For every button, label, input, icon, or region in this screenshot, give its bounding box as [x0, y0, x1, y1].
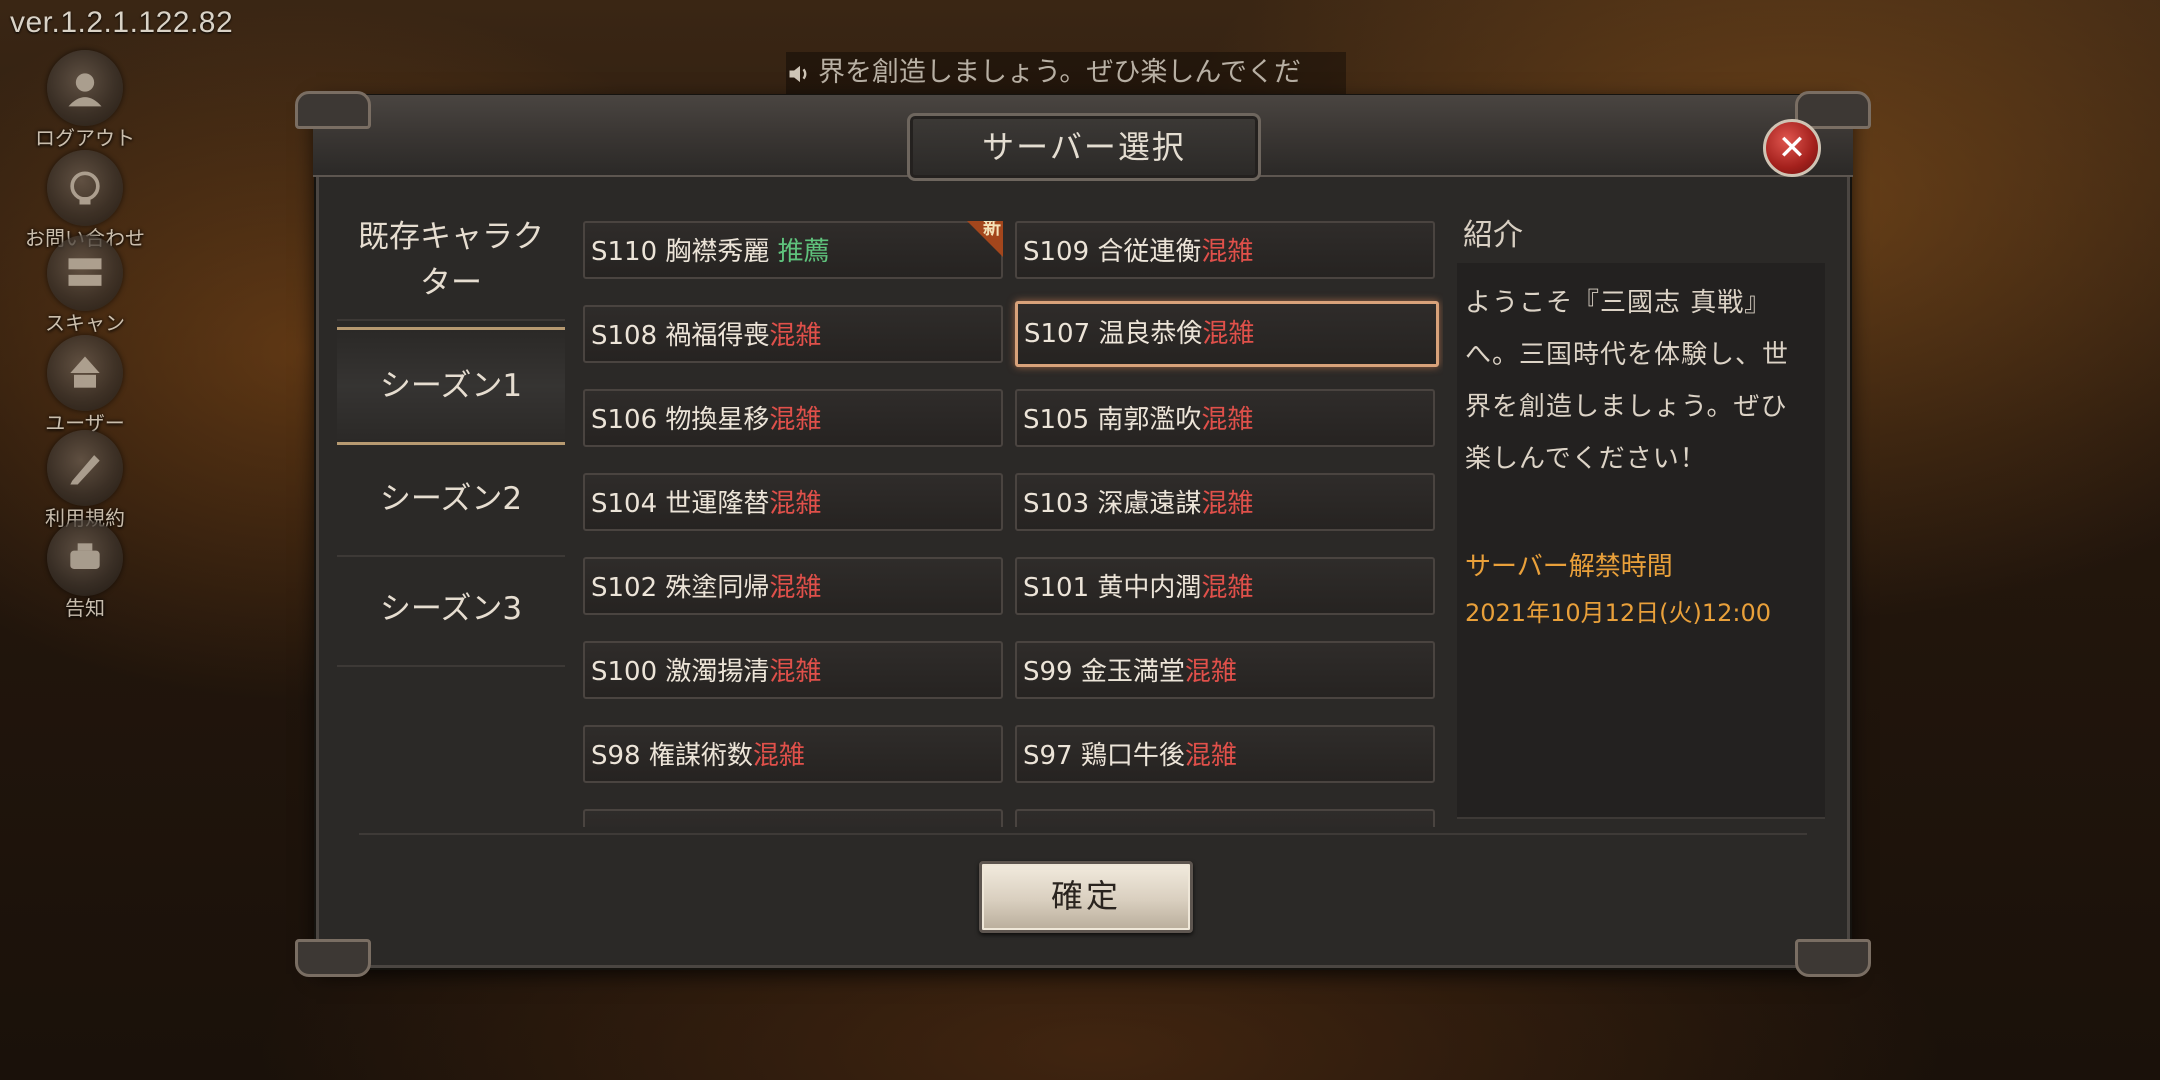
server-status: 推薦: [777, 237, 830, 267]
new-badge-label: 新: [983, 221, 1001, 239]
game-screen: ver.1.2.1.122.82 ログアウトお問い合わせスキャンユーザー利用規約…: [0, 0, 2160, 1080]
server-item[interactable]: [1015, 809, 1435, 827]
server-name: S102 殊塗同帰: [591, 573, 770, 603]
tab-label: シーズン2: [379, 481, 523, 517]
server-status: 混雑: [752, 741, 805, 771]
server-item[interactable]: S97 鶏口牛後混雑: [1015, 725, 1435, 783]
intro-panel: 紹介 ようこそ『三國志 真戦』 へ。三国時代を体験し、世 界を創造しましょう。ぜ…: [1457, 211, 1825, 831]
server-status: 混雑: [1184, 741, 1237, 771]
server-status: 混雑: [769, 657, 822, 687]
corner-ornament: [295, 91, 371, 129]
server-name: S103 深慮遠謀: [1023, 489, 1202, 519]
side-menu-item[interactable]: 告知: [20, 520, 150, 621]
server-item[interactable]: S104 世運隆替混雑: [583, 473, 1003, 531]
terms-icon: [47, 430, 123, 506]
intro-line: 界を創造しましょう。ぜひ: [1465, 392, 1788, 422]
season-tabs: 既存キャラクターシーズン1 シーズン2 シーズン3: [337, 211, 565, 771]
server-item[interactable]: S99 金玉満堂混雑: [1015, 641, 1435, 699]
server-status: 混雑: [769, 321, 822, 351]
tab-label: シーズン1: [379, 368, 523, 404]
tab-season[interactable]: シーズン2: [337, 443, 565, 557]
tab-label: シーズン3: [379, 591, 523, 627]
server-select-dialog: サーバー選択 ✕ 既存キャラクターシーズン1 シーズン2 シーズン3 S110 胸襟…: [295, 91, 1871, 977]
dialog-title: サーバー選択: [907, 113, 1261, 181]
server-item[interactable]: S108 禍福得喪混雑: [583, 305, 1003, 363]
unlock-time-label: サーバー解禁時間: [1465, 552, 1673, 582]
server-item[interactable]: S100 激濁揚清混雑: [583, 641, 1003, 699]
tab-season[interactable]: シーズン1: [337, 327, 565, 445]
server-status: 混雑: [769, 405, 822, 435]
side-menu-item[interactable]: ログアウト: [20, 50, 150, 151]
server-item[interactable]: S107 温良恭倹混雑: [1015, 301, 1439, 367]
intro-line: 楽しんでください！: [1465, 444, 1707, 474]
announcement-ticker: 界を創造しましょう。ぜひ楽しんでくだ: [786, 52, 1346, 94]
server-item[interactable]: S106 物換星移混雑: [583, 389, 1003, 447]
notice-icon: [47, 520, 123, 596]
intro-body: ようこそ『三國志 真戦』 へ。三国時代を体験し、世 界を創造しましょう。ぜひ 楽…: [1457, 263, 1825, 819]
server-name: S109 合従連衡: [1023, 237, 1202, 267]
server-name: S98 権謀術数: [591, 741, 753, 771]
server-name: S110 胸襟秀麗: [591, 237, 778, 267]
server-status: 混雑: [1201, 405, 1254, 435]
server-status: 混雑: [1184, 657, 1237, 687]
server-status: 混雑: [1201, 237, 1254, 267]
ticker-text: 界を創造しましょう。ぜひ楽しんでくだ: [818, 57, 1302, 88]
side-menu-item[interactable]: 利用規約: [20, 430, 150, 531]
server-name: S99 金玉満堂: [1023, 657, 1185, 687]
scan-icon: [47, 235, 123, 311]
server-name: S104 世運隆替: [591, 489, 770, 519]
side-menu-label: ログアウト: [35, 126, 135, 150]
corner-ornament: [1795, 939, 1871, 977]
side-menu-item[interactable]: ユーザー: [20, 335, 150, 436]
support-icon: [47, 150, 123, 226]
side-menu-item[interactable]: スキャン: [20, 235, 150, 336]
server-name: S107 温良恭倹: [1024, 319, 1203, 349]
server-item[interactable]: S105 南郭濫吹混雑: [1015, 389, 1435, 447]
server-item[interactable]: S101 黄中内潤混雑: [1015, 557, 1435, 615]
intro-heading: 紹介: [1463, 218, 1523, 253]
server-status: 混雑: [1202, 319, 1255, 349]
side-menu-label: 告知: [65, 596, 105, 620]
server-item[interactable]: S109 合従連衡混雑: [1015, 221, 1435, 279]
confirm-button[interactable]: 確定: [979, 861, 1193, 933]
close-button[interactable]: ✕: [1763, 119, 1821, 177]
server-status: 混雑: [1201, 573, 1254, 603]
server-list[interactable]: S110 胸襟秀麗 推薦新 S109 合従連衡混雑 S108 禍福得喪混雑 S107 …: [583, 211, 1443, 827]
corner-ornament: [295, 939, 371, 977]
server-item[interactable]: S98 権謀術数混雑: [583, 725, 1003, 783]
side-menu-label: スキャン: [45, 311, 125, 335]
intro-text: ようこそ『三國志 真戦』 へ。三国時代を体験し、世 界を創造しましょう。ぜひ 楽…: [1465, 277, 1817, 485]
close-icon: ✕: [1777, 128, 1807, 168]
dialog-content: 既存キャラクターシーズン1 シーズン2 シーズン3 S110 胸襟秀麗 推薦 新 S10…: [333, 211, 1825, 831]
speaker-icon: [789, 65, 807, 82]
user-icon: [47, 335, 123, 411]
server-item[interactable]: [583, 809, 1003, 827]
user-portrait-icon: [47, 50, 123, 126]
tab-season[interactable]: 既存キャラクター: [337, 201, 565, 321]
server-name: S106 物換星移: [591, 405, 770, 435]
server-status: 混雑: [769, 489, 822, 519]
unlock-time-value: 2021年10月12日(火)12:00: [1465, 599, 1772, 627]
server-status: 混雑: [1201, 489, 1254, 519]
divider: [359, 833, 1807, 835]
server-name: S101 黄中内潤: [1023, 573, 1202, 603]
server-name: S97 鶏口牛後: [1023, 741, 1185, 771]
tab-label: 既存キャラクター: [358, 219, 544, 301]
intro-line: ようこそ『三國志 真戦』: [1465, 288, 1772, 318]
new-badge: 新: [967, 221, 1003, 257]
server-status: 混雑: [769, 573, 822, 603]
server-name: S108 禍福得喪: [591, 321, 770, 351]
intro-line: へ。三国時代を体験し、世: [1465, 340, 1790, 370]
server-name: S100 激濁揚清: [591, 657, 770, 687]
server-name: S105 南郭濫吹: [1023, 405, 1202, 435]
tab-season[interactable]: シーズン3: [337, 553, 565, 667]
server-item[interactable]: S103 深慮遠謀混雑: [1015, 473, 1435, 531]
server-item[interactable]: S102 殊塗同帰混雑: [583, 557, 1003, 615]
version-label: ver.1.2.1.122.82: [10, 6, 234, 39]
server-item[interactable]: S110 胸襟秀麗 推薦 新: [583, 221, 1003, 279]
